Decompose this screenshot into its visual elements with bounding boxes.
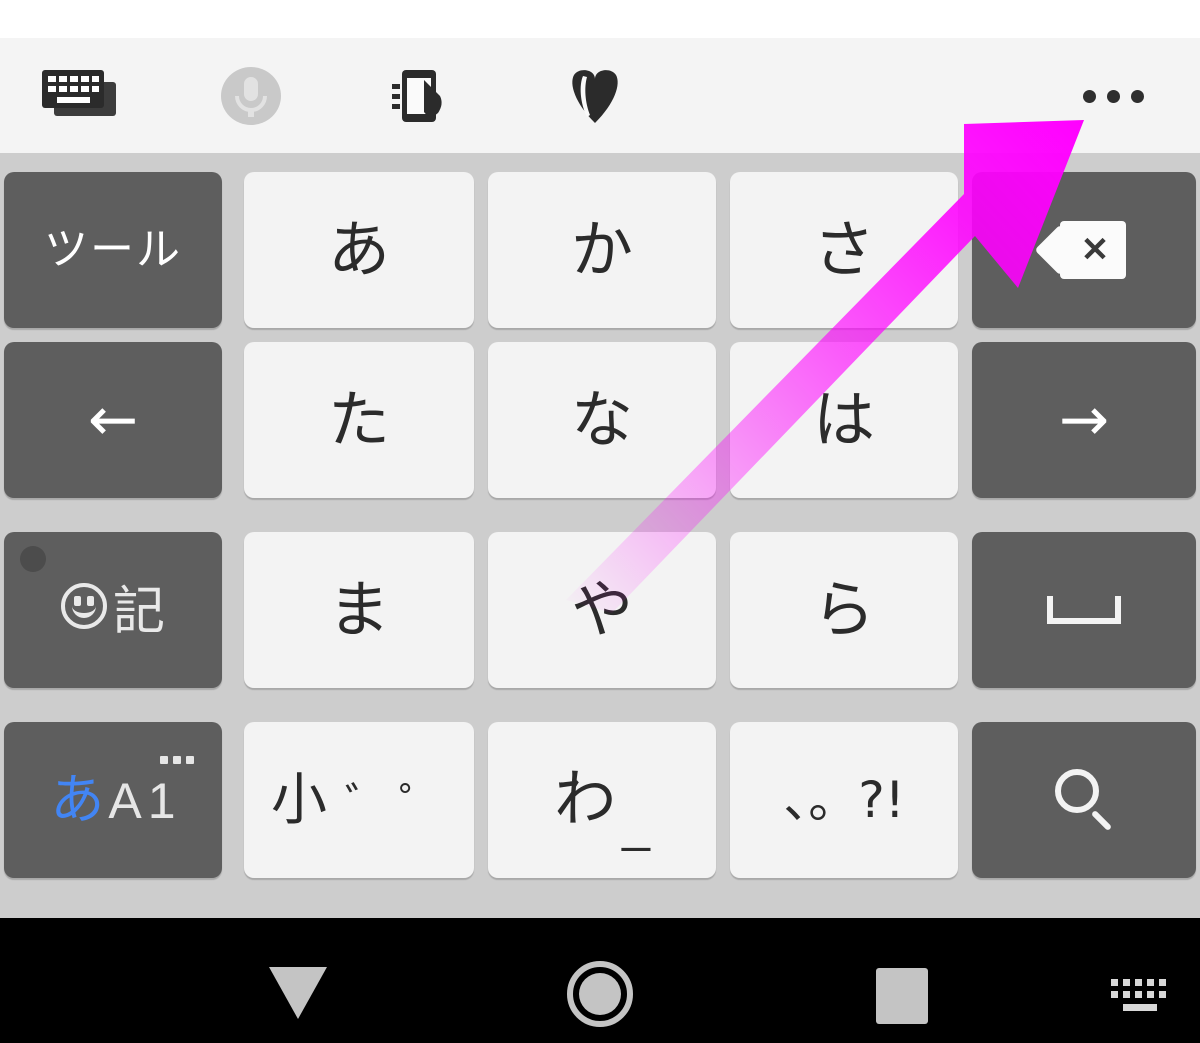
key-punctuation-label: 、。?! [783,771,905,829]
key-cursor-right[interactable]: → [972,342,1196,498]
key-ya[interactable]: や [488,532,716,688]
recents-button[interactable] [872,964,932,1028]
key-tools-label: ツール [44,224,182,275]
mic-icon[interactable] [208,66,294,126]
hide-keyboard-button[interactable] [255,960,341,1026]
triangle-down-icon [269,967,327,1019]
key-mode-switch[interactable]: あ A 1 [4,722,222,878]
key-ka-label: か [570,213,633,286]
key-ta[interactable]: た [244,342,474,498]
handakuten-label: ゜ [399,780,447,829]
key-ya-label: や [570,573,633,646]
arrow-left-icon: ← [87,385,139,455]
sticker-icon [552,66,638,126]
long-press-indicator-dot [20,546,46,572]
key-a[interactable]: あ [244,172,474,328]
android-nav-bar [0,918,1200,1043]
keyboard-toolbar [0,38,1200,153]
key-emoji-symbol-label: 記 [112,581,165,642]
one-hand-mode-icon[interactable] [378,66,464,126]
key-ha-label: は [812,383,875,456]
mode-switch-dots-icon [160,756,194,764]
key-backspace[interactable]: ✕ [972,172,1196,328]
dakuten-label: ゛ [345,780,393,829]
mode-hiragana-label: あ [50,768,105,831]
overflow-dots-icon [1082,89,1144,103]
mode-numeric-label: 1 [147,773,176,829]
home-button[interactable] [556,956,644,1032]
key-ma[interactable]: ま [244,532,474,688]
small-kana-label: 小 [271,768,327,831]
mode-alphabet-label: A [108,773,142,829]
key-emoji-symbol[interactable]: 記 [4,532,222,688]
key-ha[interactable]: は [730,342,958,498]
key-wa[interactable]: わ _ [488,722,716,878]
key-sa-label: さ [812,213,875,286]
key-sa[interactable]: さ [730,172,958,328]
ime-switch-button[interactable] [1108,970,1170,1024]
key-tools[interactable]: ツール [4,172,222,328]
key-na-label: な [570,383,633,456]
key-search[interactable] [972,722,1196,878]
app-content-strip [0,0,1200,38]
key-ta-label: た [327,383,390,456]
backspace-icon: ✕ [1034,221,1126,279]
keyboard-icon [1111,977,1167,1017]
key-wa-label: わ [554,765,617,834]
emoji-face-icon [60,582,107,629]
key-punctuation[interactable]: 、。?! [730,722,958,878]
key-ra[interactable]: ら [730,532,958,688]
key-ma-label: ま [327,573,390,646]
key-a-label: あ [327,213,390,286]
underscore-label: _ [622,796,650,852]
square-icon [876,968,928,1024]
keyboard-switch-icon[interactable] [38,68,122,124]
circle-icon [567,961,633,1027]
arrow-right-icon: → [1058,385,1110,455]
keyboard-grid: ツール あ か さ ✕ ← た な は → 記 ま や ら あ A 1 小 ゛ … [0,153,1200,918]
overflow-menu-button[interactable] [1078,68,1148,124]
key-space[interactable] [972,532,1196,688]
key-ra-label: ら [812,573,875,646]
key-cursor-left[interactable]: ← [4,342,222,498]
space-icon [1047,596,1121,624]
key-small-dakuten[interactable]: 小 ゛ ゜ [244,722,474,878]
key-na[interactable]: な [488,342,716,498]
key-ka[interactable]: か [488,172,716,328]
search-icon [1049,765,1119,835]
